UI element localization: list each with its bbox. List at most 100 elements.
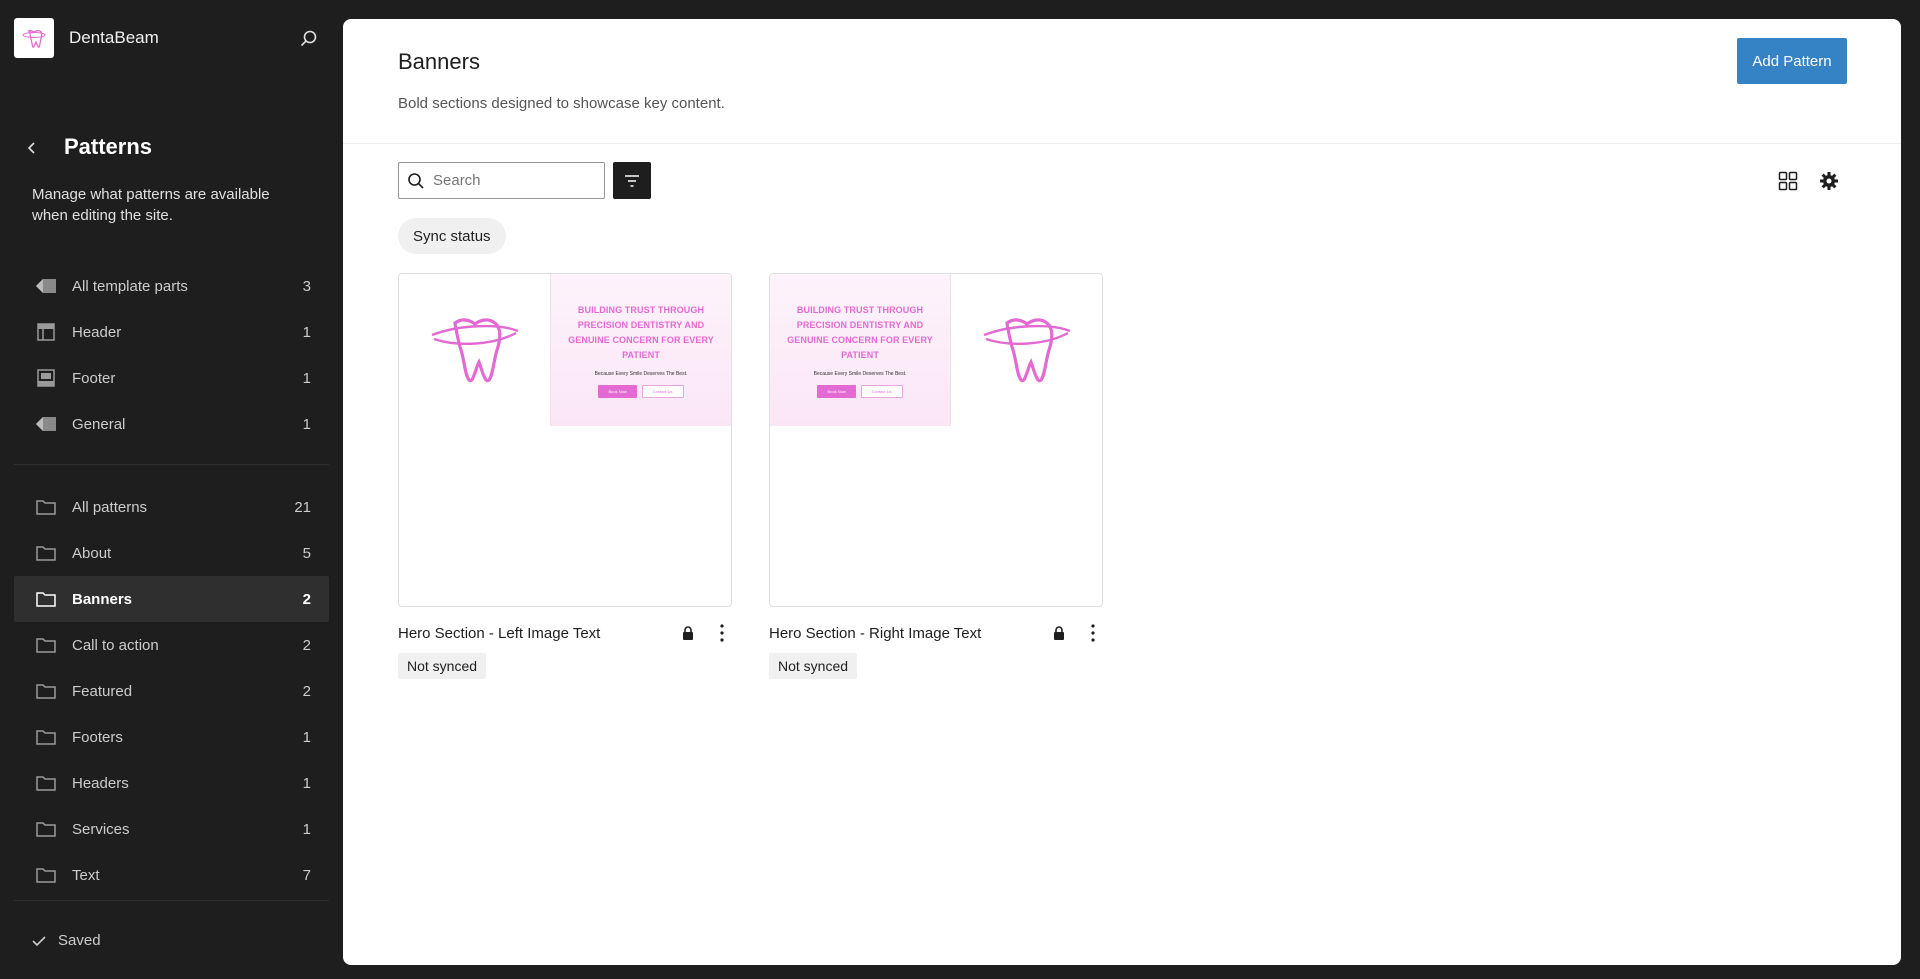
sidebar-item-services[interactable]: Services 1	[14, 806, 329, 852]
hero-subtext: Because Every Smile Deserves The Best.	[594, 370, 688, 377]
pattern-preview[interactable]: BUILDING TRUST THROUGH PRECISION DENTIST…	[398, 273, 732, 607]
header-icon	[34, 320, 58, 344]
save-status: Saved	[32, 932, 101, 949]
sidebar-item-count: 1	[302, 415, 311, 433]
hero-contact-button: Contact Us	[641, 384, 684, 398]
divider	[14, 900, 329, 901]
site-header[interactable]: DentaBeam	[14, 18, 159, 58]
template-parts-list: All template parts 3 Header 1 Footer 1 G…	[14, 263, 329, 447]
sidebar-item-footer[interactable]: Footer 1	[14, 355, 329, 401]
sidebar-item-footers[interactable]: Footers 1	[14, 714, 329, 760]
sidebar-item-label: All template parts	[72, 277, 188, 295]
tooth-icon	[399, 274, 551, 426]
divider	[343, 143, 1901, 144]
sidebar-item-count: 1	[302, 820, 311, 838]
sidebar-item-count: 5	[302, 544, 311, 562]
folder-icon	[34, 633, 58, 657]
folder-icon	[34, 679, 58, 703]
lock-icon	[678, 626, 698, 640]
folder-icon	[34, 725, 58, 749]
sidebar-item-count: 1	[302, 728, 311, 746]
lock-icon	[1049, 626, 1069, 640]
sidebar-title: Patterns	[64, 134, 153, 159]
sidebar-item-header[interactable]: Header 1	[14, 309, 329, 355]
sidebar-item-text[interactable]: Text 7	[14, 852, 329, 898]
sidebar-item-label: Footer	[72, 369, 116, 387]
more-options-icon[interactable]	[1083, 624, 1103, 642]
search-input[interactable]	[433, 172, 593, 189]
sidebar-item-count: 3	[302, 277, 311, 295]
sidebar-item-headers[interactable]: Headers 1	[14, 760, 329, 806]
filter-button[interactable]	[613, 162, 651, 199]
search-icon[interactable]	[296, 26, 322, 52]
sidebar-item-label: General	[72, 415, 126, 433]
search-icon	[407, 172, 425, 190]
sidebar-item-count: 2	[302, 682, 311, 700]
hero-preview: BUILDING TRUST THROUGH PRECISION DENTIST…	[770, 274, 1102, 426]
grid-view-icon[interactable]	[1775, 168, 1801, 194]
tooth-icon	[950, 274, 1102, 426]
footer-icon	[34, 366, 58, 390]
tooth-logo-icon[interactable]	[14, 18, 54, 58]
divider	[14, 464, 329, 465]
hero-text: BUILDING TRUST THROUGH PRECISION DENTIST…	[551, 274, 731, 426]
saved-label: Saved	[58, 932, 101, 949]
chevron-left-icon[interactable]	[20, 136, 44, 160]
folder-icon	[34, 863, 58, 887]
hero-heading: BUILDING TRUST THROUGH PRECISION DENTIST…	[787, 304, 933, 360]
more-options-icon[interactable]	[712, 624, 732, 642]
sync-status-filter[interactable]: Sync status	[398, 218, 506, 254]
sidebar-item-call-to-action[interactable]: Call to action 2	[14, 622, 329, 668]
sidebar-item-about[interactable]: About 5	[14, 530, 329, 576]
pattern-title[interactable]: Hero Section - Left Image Text	[398, 625, 678, 642]
sidebar-item-count: 7	[302, 866, 311, 884]
sidebar-description: Manage what patterns are available when …	[32, 186, 270, 224]
sidebar-item-count: 1	[302, 369, 311, 387]
sidebar-item-label: Header	[72, 323, 122, 341]
site-name[interactable]: DentaBeam	[69, 28, 159, 48]
sidebar-item-count: 1	[302, 323, 311, 341]
category-list: All patterns 21 About 5 Banners 2 Call t…	[14, 484, 329, 898]
sidebar-item-count: 1	[302, 774, 311, 792]
sidebar-item-banners[interactable]: Banners 2	[14, 576, 329, 622]
pattern-preview[interactable]: BUILDING TRUST THROUGH PRECISION DENTIST…	[769, 273, 1103, 607]
hero-book-button: Book Now	[598, 384, 637, 398]
sidebar: DentaBeam Patterns Manage what patterns …	[0, 0, 343, 979]
sidebar-item-count: 21	[294, 498, 311, 516]
add-pattern-button[interactable]: Add Pattern	[1737, 38, 1847, 84]
pattern-card: BUILDING TRUST THROUGH PRECISION DENTIST…	[769, 273, 1103, 679]
check-icon	[32, 935, 46, 947]
symbol-icon	[34, 412, 58, 436]
gear-icon[interactable]	[1816, 168, 1842, 194]
sidebar-item-label: Text	[72, 866, 100, 884]
symbol-icon	[34, 274, 58, 298]
card-footer: Hero Section - Left Image Text	[398, 623, 732, 643]
hero-buttons: Book Now Contact Us	[598, 384, 684, 398]
sidebar-item-general[interactable]: General 1	[14, 401, 329, 447]
folder-icon	[34, 495, 58, 519]
page-title: Banners	[398, 49, 480, 74]
folder-icon	[34, 587, 58, 611]
search-field[interactable]	[398, 162, 605, 199]
sidebar-item-all-template-parts[interactable]: All template parts 3	[14, 263, 329, 309]
sidebar-item-label: All patterns	[72, 498, 148, 516]
hero-preview: BUILDING TRUST THROUGH PRECISION DENTIST…	[399, 274, 731, 426]
pattern-title[interactable]: Hero Section - Right Image Text	[769, 625, 1049, 642]
page-description: Bold sections designed to showcase key c…	[398, 95, 725, 112]
sidebar-item-label: About	[72, 544, 112, 562]
sidebar-item-label: Featured	[72, 682, 133, 700]
sidebar-item-all-patterns[interactable]: All patterns 21	[14, 484, 329, 530]
sidebar-item-label: Headers	[72, 774, 129, 792]
hero-subtext: Because Every Smile Deserves The Best.	[813, 370, 907, 377]
sidebar-item-featured[interactable]: Featured 2	[14, 668, 329, 714]
sidebar-item-label: Call to action	[72, 636, 159, 654]
folder-icon	[34, 541, 58, 565]
sidebar-item-label: Footers	[72, 728, 123, 746]
sidebar-item-label: Services	[72, 820, 130, 838]
hero-heading: BUILDING TRUST THROUGH PRECISION DENTIST…	[568, 304, 714, 360]
sidebar-item-label: Banners	[72, 590, 133, 608]
sidebar-item-count: 2	[302, 636, 311, 654]
card-footer: Hero Section - Right Image Text	[769, 623, 1103, 643]
main-panel: Banners Bold sections designed to showca…	[343, 19, 1901, 965]
sync-status-badge: Not synced	[769, 653, 858, 679]
